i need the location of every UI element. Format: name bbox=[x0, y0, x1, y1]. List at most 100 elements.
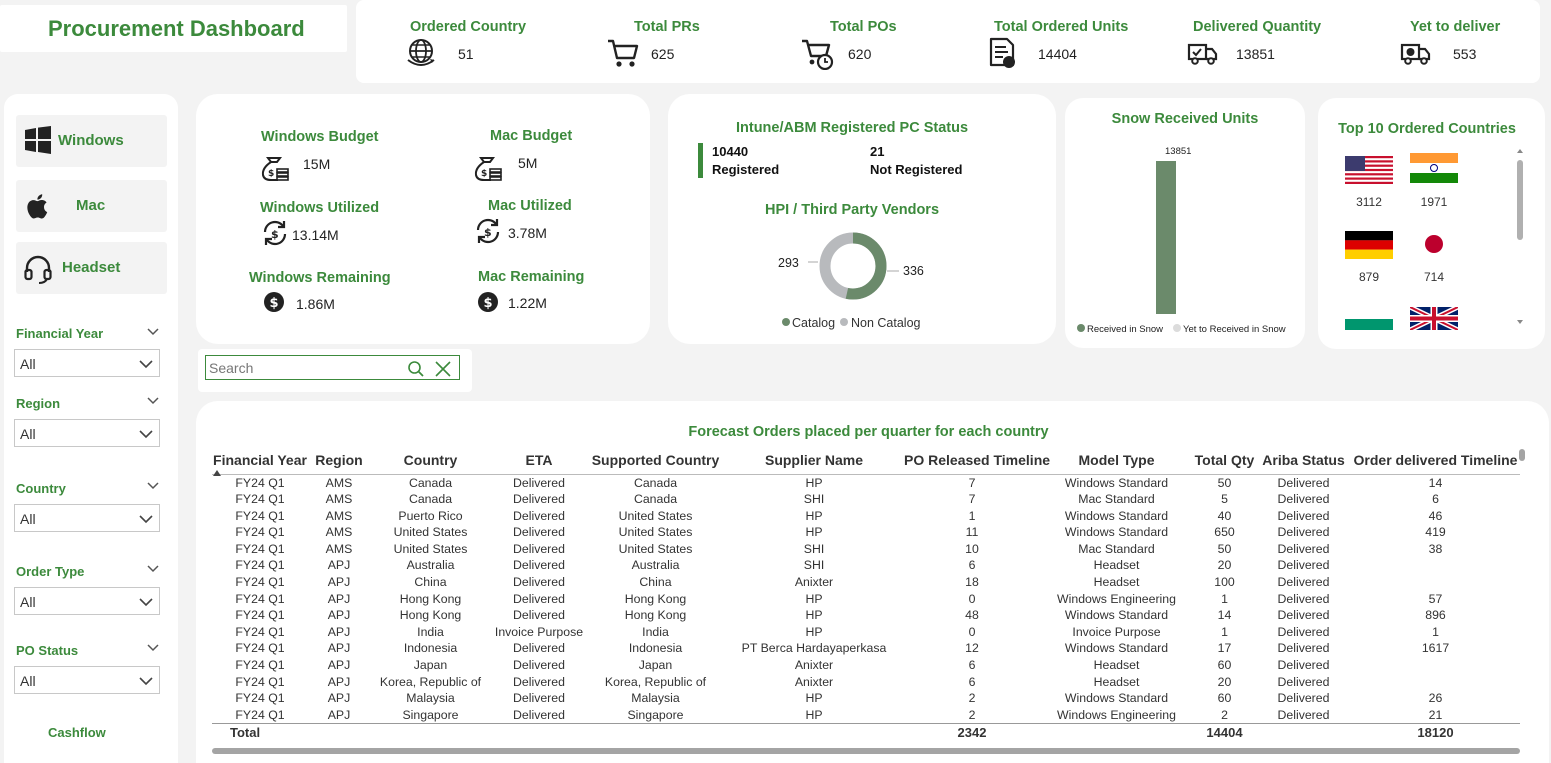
cashflow-link[interactable]: Cashflow bbox=[48, 725, 106, 740]
scroll-down-icon[interactable] bbox=[1517, 320, 1523, 324]
table-row[interactable]: FY24 Q1 APJ India Invoice Purpose India HP 0 In… bbox=[212, 624, 1520, 641]
table-row[interactable]: FY24 Q1 APJ Hong Kong Delivered Hong Kong HP 4… bbox=[212, 607, 1520, 624]
uk-flag-icon[interactable] bbox=[1410, 307, 1458, 330]
table-row[interactable]: FY24 Q1 AMS Canada Delivered Canada HP 7 Window… bbox=[212, 474, 1520, 491]
chevron-down-icon[interactable] bbox=[146, 643, 160, 653]
table-cell: 21 bbox=[1428, 707, 1443, 722]
table-horizontal-scroll-thumb[interactable] bbox=[212, 748, 1520, 754]
column-header[interactable]: Supported Country bbox=[587, 447, 724, 475]
table-cell: India bbox=[417, 624, 444, 639]
table-row[interactable]: FY24 Q1 APJ Japan Delivered Japan Anixter 6 Hea… bbox=[212, 657, 1520, 674]
column-header[interactable]: Model Type bbox=[1040, 447, 1193, 475]
chevron-down-icon bbox=[139, 598, 153, 607]
table-row[interactable]: FY24 Q1 APJ Korea, Republic of Delivered Kor… bbox=[212, 674, 1520, 691]
table-row[interactable]: FY24 Q1 AMS United States Delivered United S… bbox=[212, 524, 1520, 541]
column-header[interactable]: PO Released Timeline bbox=[904, 447, 1050, 475]
table-row[interactable]: FY24 Q1 AMS Canada Delivered Canada SHI 7 Mac S… bbox=[212, 491, 1520, 508]
svg-text:$: $ bbox=[271, 228, 279, 241]
chevron-down-icon[interactable] bbox=[146, 481, 160, 491]
table-cell: Japan bbox=[638, 658, 673, 673]
table-cell: Delivered bbox=[1277, 641, 1330, 656]
top10-countries-card: Top 10 Ordered Countries 3112 1971 879 7… bbox=[1318, 98, 1545, 349]
kpi-delivered-quantity: Delivered Quantity 13851 bbox=[1186, 0, 1366, 83]
column-header[interactable]: Ariba Status bbox=[1256, 447, 1351, 475]
table-row[interactable]: FY24 Q1 AMS United States Delivered United S… bbox=[212, 541, 1520, 558]
column-header[interactable]: ETA bbox=[491, 447, 587, 475]
table-cell: 14 bbox=[1217, 608, 1232, 623]
india-flag-icon[interactable] bbox=[1410, 153, 1458, 183]
money-bag-icon: $ bbox=[474, 157, 502, 181]
table-cell: APJ bbox=[327, 691, 351, 706]
chevron-down-icon[interactable] bbox=[146, 327, 160, 337]
table-vertical-scroll-thumb[interactable] bbox=[1519, 449, 1525, 461]
table-row[interactable]: FY24 Q1 AMS Puerto Rico Delivered United Sta… bbox=[212, 508, 1520, 525]
windows-button[interactable]: Windows bbox=[16, 115, 167, 167]
column-header[interactable]: Country bbox=[370, 447, 491, 475]
headset-button[interactable]: Headset bbox=[16, 242, 167, 294]
table-row[interactable]: FY24 Q1 APJ Malaysia Delivered Malaysia HP 2 Wi… bbox=[212, 690, 1520, 707]
column-header[interactable]: Total Qty bbox=[1193, 447, 1256, 475]
not-registered-stat: 21 Not Registered bbox=[870, 143, 962, 179]
chevron-down-icon[interactable] bbox=[146, 564, 160, 574]
table-cell: APJ bbox=[327, 641, 351, 656]
snow-card: Snow Received Units 13851 Received in Sn… bbox=[1065, 98, 1305, 348]
table-row[interactable]: FY24 Q1 APJ Hong Kong Delivered Hong Kong HP 0… bbox=[212, 591, 1520, 608]
region-select[interactable]: All bbox=[14, 419, 160, 447]
order-type-select[interactable]: All bbox=[14, 587, 160, 615]
column-header[interactable]: Supplier Name bbox=[724, 447, 904, 475]
table-cell: Headset bbox=[1093, 558, 1140, 573]
chevron-down-icon[interactable] bbox=[146, 396, 160, 406]
table-cell: HP bbox=[805, 624, 823, 639]
table-cell: 1 bbox=[1221, 591, 1228, 606]
table-cell: Australia bbox=[631, 558, 680, 573]
table-row[interactable]: FY24 Q1 APJ Indonesia Delivered Indonesia PT … bbox=[212, 640, 1520, 657]
table-cell: 57 bbox=[1428, 591, 1443, 606]
table-cell: APJ bbox=[327, 575, 351, 590]
table-cell: Delivered bbox=[513, 558, 565, 573]
top10-scrollbar[interactable] bbox=[1515, 148, 1525, 328]
mac-budget-label: Mac Budget bbox=[490, 128, 573, 144]
refresh-dollar-icon: $ bbox=[476, 218, 500, 244]
table-cell: Malaysia bbox=[406, 691, 455, 706]
table-row[interactable]: FY24 Q1 APJ Singapore Delivered Singapore HP 2… bbox=[212, 707, 1520, 724]
table-cell: Headset bbox=[1093, 674, 1140, 689]
scroll-up-icon[interactable] bbox=[1517, 149, 1523, 153]
total-cell: Total bbox=[212, 723, 308, 743]
japan-flag-icon[interactable] bbox=[1410, 229, 1458, 259]
table-horizontal-scrollbar[interactable] bbox=[212, 747, 1520, 754]
scroll-thumb[interactable] bbox=[1517, 160, 1523, 240]
table-cell: 48 bbox=[965, 608, 979, 623]
table-cell: 10 bbox=[965, 541, 979, 556]
legend-yet-swatch bbox=[1173, 324, 1181, 332]
table-cell: 100 bbox=[1214, 575, 1235, 590]
germany-flag-icon[interactable] bbox=[1345, 230, 1393, 260]
total-cell bbox=[370, 723, 491, 743]
table-row[interactable]: FY24 Q1 APJ Australia Delivered Australia SHI… bbox=[212, 557, 1520, 574]
column-header[interactable]: Order delivered Timeline bbox=[1351, 447, 1520, 475]
table-cell: 20 bbox=[1217, 558, 1232, 573]
table-cell: Hong Kong bbox=[399, 591, 462, 606]
filter-label-country: Country bbox=[16, 481, 66, 496]
mac-button[interactable]: Mac bbox=[16, 180, 167, 232]
us-flag-icon[interactable] bbox=[1345, 155, 1393, 185]
globe-icon bbox=[407, 39, 435, 66]
table-cell: 6 bbox=[1432, 492, 1439, 507]
truck-dollar-icon bbox=[1400, 43, 1431, 65]
table-cell: FY24 Q1 bbox=[235, 641, 285, 656]
clear-icon[interactable] bbox=[434, 360, 452, 378]
kpi-value: 13851 bbox=[1236, 46, 1275, 62]
bulgaria-flag-icon[interactable] bbox=[1345, 311, 1393, 330]
column-header[interactable]: Region bbox=[308, 447, 370, 475]
column-header[interactable]: Financial Year bbox=[212, 447, 308, 476]
table-row[interactable]: FY24 Q1 APJ China Delivered China Anixter 18 He… bbox=[212, 574, 1520, 591]
table-cell: Delivered bbox=[513, 508, 565, 523]
country-select[interactable]: All bbox=[14, 504, 160, 532]
table-cell: APJ bbox=[327, 591, 351, 606]
financial-year-select[interactable]: All bbox=[14, 349, 160, 377]
table-cell: AMS bbox=[325, 508, 353, 523]
kpi-total-prs: Total PRs 625 bbox=[596, 0, 776, 83]
search-icon[interactable] bbox=[407, 360, 425, 378]
po-status-select[interactable]: All bbox=[14, 666, 160, 694]
table-cell: HP bbox=[805, 508, 823, 523]
vendors-title: HPI / Third Party Vendors bbox=[764, 202, 940, 218]
